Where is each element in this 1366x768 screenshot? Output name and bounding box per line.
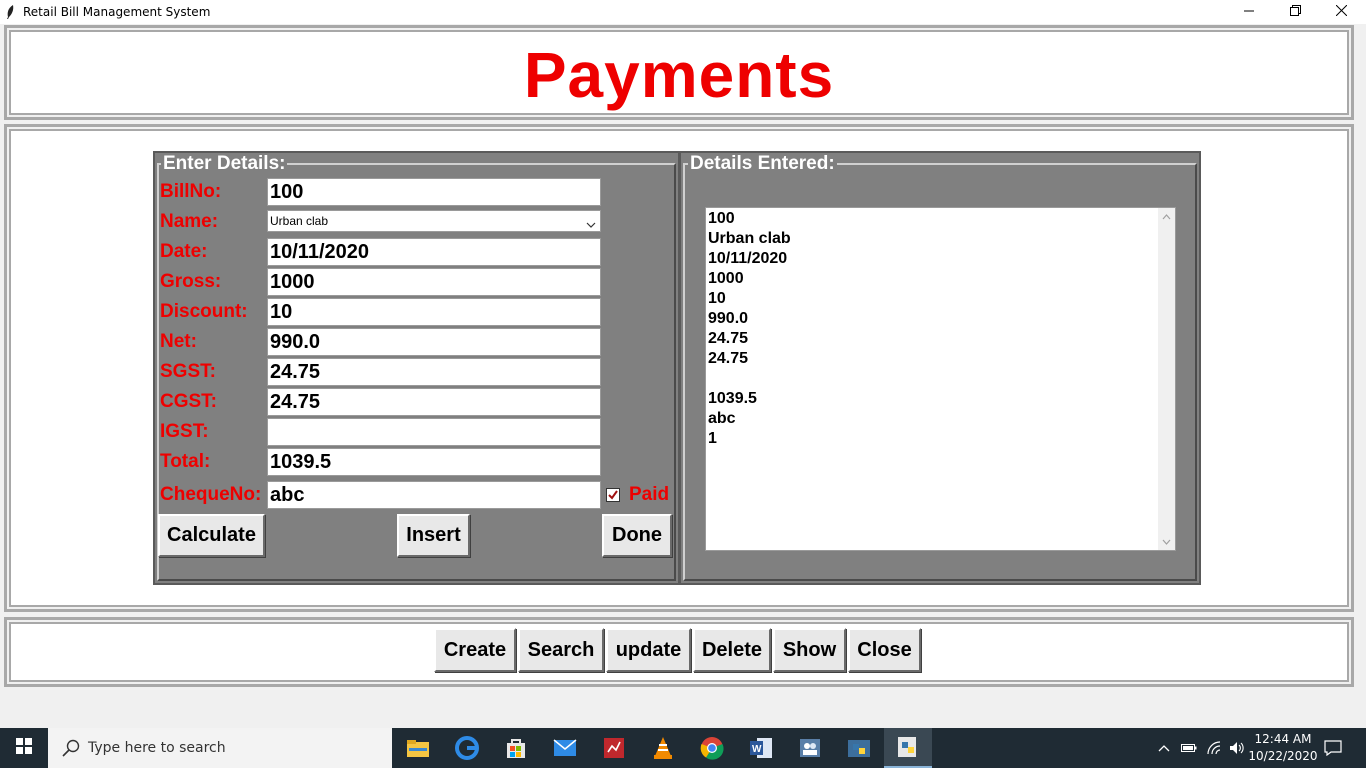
details-scrollbar[interactable] <box>1158 208 1175 550</box>
update-button[interactable]: update <box>606 628 691 672</box>
details-line: 1 <box>708 430 717 447</box>
search-button[interactable]: Search <box>518 628 604 672</box>
label-cgst: CGST: <box>160 391 217 412</box>
create-button[interactable]: Create <box>434 628 516 672</box>
details-line: 24.75 <box>708 350 749 367</box>
feather-icon <box>5 4 15 20</box>
scroll-up-icon[interactable] <box>1158 208 1175 225</box>
total-field[interactable]: 1039.5 <box>267 448 601 476</box>
net-field[interactable]: 990.0 <box>267 328 601 356</box>
label-gross: Gross: <box>160 271 222 292</box>
sgst-field[interactable]: 24.75 <box>267 358 601 386</box>
search-icon <box>62 739 80 762</box>
notification-icon[interactable] <box>1320 728 1346 768</box>
details-line: 990.0 <box>708 310 749 327</box>
app-red-icon[interactable] <box>590 728 638 768</box>
enter-details-legend: Enter Details: <box>161 153 288 175</box>
minimize-button[interactable] <box>1226 0 1272 24</box>
details-line: 10/11/2020 <box>708 250 788 267</box>
taskbar: Type here to search W 12:44 AM 10/22/202… <box>0 728 1366 768</box>
gross-field[interactable]: 1000 <box>267 268 601 296</box>
python-idle-icon[interactable] <box>835 728 883 768</box>
store-icon[interactable] <box>492 728 540 768</box>
minimize-icon <box>1244 3 1254 21</box>
show-button[interactable]: Show <box>773 628 846 672</box>
delete-button[interactable]: Delete <box>693 628 771 672</box>
close-window-button[interactable] <box>1318 0 1364 24</box>
details-line: 1000 <box>708 270 744 287</box>
details-line: abc <box>708 410 736 427</box>
details-line: 10 <box>708 290 726 307</box>
taskbar-clock[interactable]: 12:44 AM 10/22/2020 <box>1248 731 1318 765</box>
start-button[interactable] <box>0 728 48 768</box>
search-placeholder: Type here to search <box>88 740 226 756</box>
svg-text:W: W <box>752 744 762 755</box>
label-net: Net: <box>160 331 197 352</box>
details-line: 24.75 <box>708 330 749 347</box>
word-icon[interactable]: W <box>737 728 785 768</box>
vlc-icon[interactable] <box>639 728 687 768</box>
details-line: 1039.5 <box>708 390 757 407</box>
calculate-button[interactable]: Calculate <box>158 514 265 557</box>
python-active-icon[interactable] <box>884 728 932 768</box>
details-entered-legend: Details Entered: <box>688 153 837 175</box>
label-billno: BillNo: <box>160 181 222 202</box>
scroll-down-icon[interactable] <box>1158 533 1175 550</box>
window-titlebar[interactable]: Retail Bill Management System <box>0 0 1366 24</box>
label-igst: IGST: <box>160 421 209 442</box>
details-textbox[interactable]: 100 Urban clab 10/11/2020 1000 10 990.0 … <box>705 207 1176 551</box>
windows-logo-icon <box>16 737 32 759</box>
close-icon <box>1335 3 1347 21</box>
clock-time: 12:44 AM <box>1254 732 1312 746</box>
restore-button[interactable] <box>1272 0 1318 24</box>
restore-icon <box>1289 3 1301 21</box>
app-people-icon[interactable] <box>786 728 834 768</box>
details-line: 100 <box>708 210 735 227</box>
volume-icon[interactable] <box>1227 728 1247 768</box>
name-combobox[interactable]: Urban clab <box>267 210 601 232</box>
clock-date: 10/22/2020 <box>1248 749 1318 763</box>
window-title: Retail Bill Management System <box>23 5 211 19</box>
insert-button[interactable]: Insert <box>397 514 470 557</box>
cgst-field[interactable]: 24.75 <box>267 388 601 416</box>
mail-icon[interactable] <box>541 728 589 768</box>
igst-field[interactable] <box>267 418 601 446</box>
paid-checkbox[interactable] <box>606 488 620 502</box>
battery-icon[interactable] <box>1179 728 1199 768</box>
label-sgst: SGST: <box>160 361 216 382</box>
label-discount: Discount: <box>160 301 248 322</box>
date-field[interactable]: 10/11/2020 <box>267 238 601 266</box>
label-name: Name: <box>160 211 219 232</box>
billno-field[interactable]: 100 <box>267 178 601 206</box>
wifi-icon[interactable] <box>1204 728 1224 768</box>
discount-field[interactable]: 10 <box>267 298 601 326</box>
chevron-up-icon[interactable] <box>1155 728 1173 768</box>
label-chequeno: ChequeNo: <box>160 484 262 505</box>
file-explorer-icon[interactable] <box>394 728 442 768</box>
close-button[interactable]: Close <box>848 628 921 672</box>
paid-label: Paid <box>629 484 670 505</box>
header-frame: Payments <box>4 25 1354 120</box>
edge-icon[interactable] <box>443 728 491 768</box>
chequeno-field[interactable]: abc <box>267 481 601 509</box>
label-date: Date: <box>160 241 208 262</box>
checkmark-icon <box>608 490 618 500</box>
page-title: Payments <box>523 39 835 111</box>
chevron-down-icon[interactable] <box>586 216 596 228</box>
name-combobox-value: Urban clab <box>270 214 329 228</box>
taskbar-search[interactable]: Type here to search <box>48 728 392 768</box>
done-button[interactable]: Done <box>602 514 672 557</box>
label-total: Total: <box>160 451 211 472</box>
details-line: Urban clab <box>708 230 791 247</box>
chrome-icon[interactable] <box>688 728 736 768</box>
